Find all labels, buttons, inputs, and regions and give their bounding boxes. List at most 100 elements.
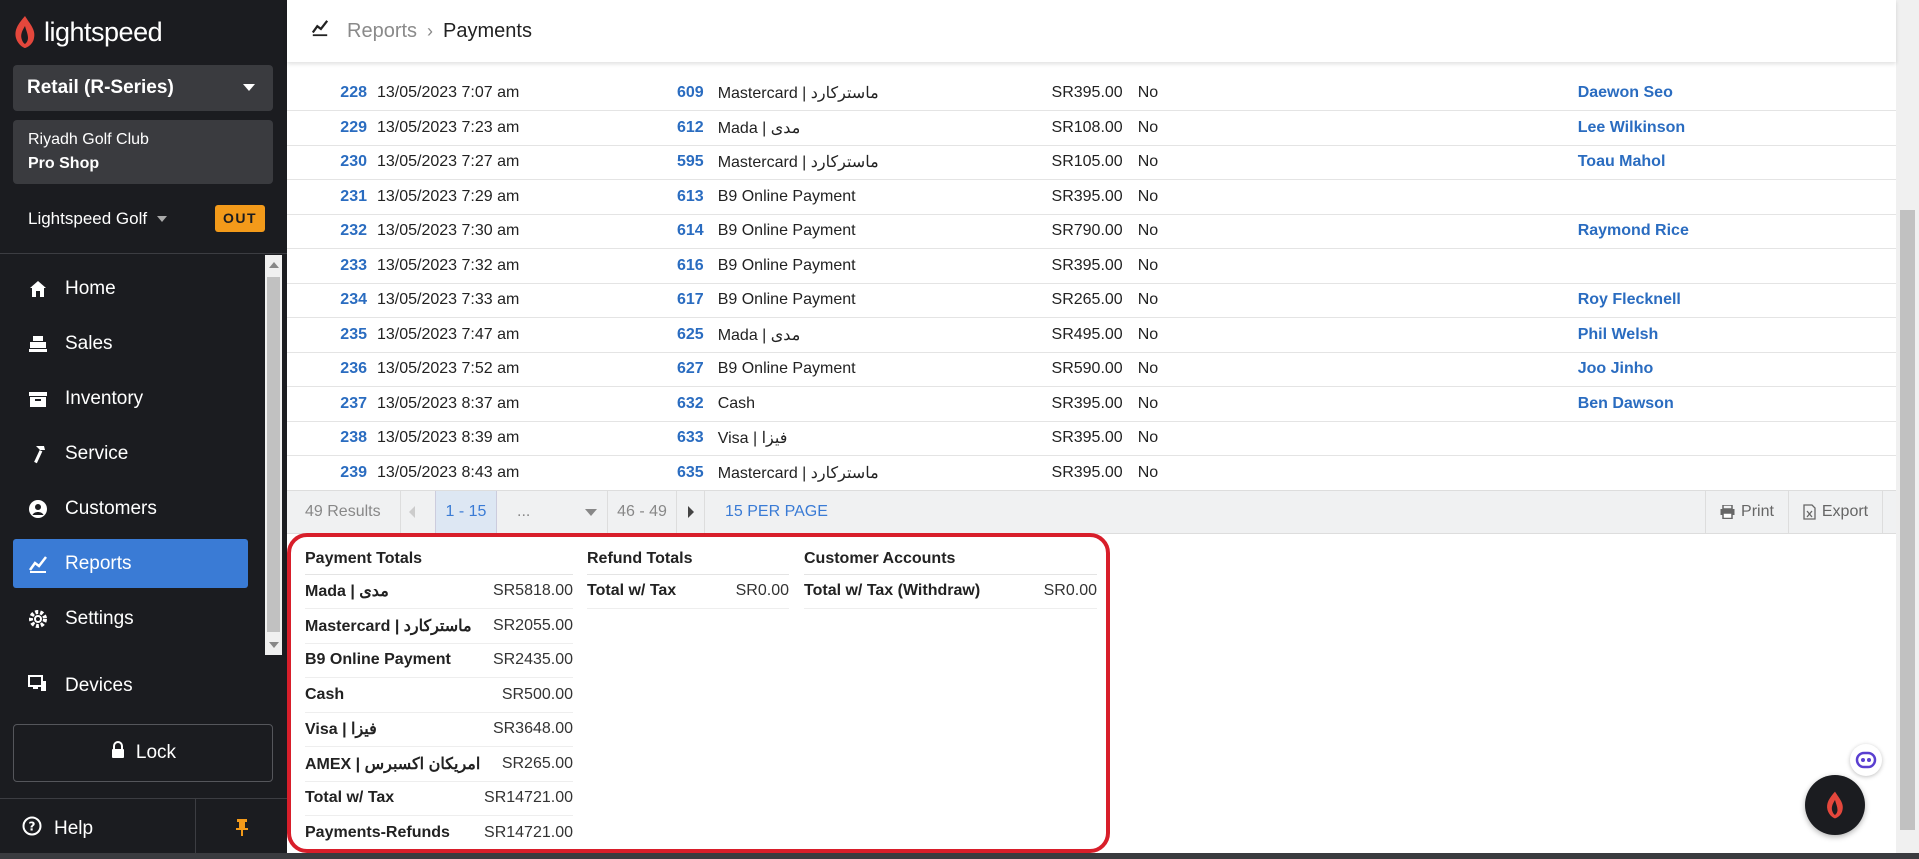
- chevron-right-icon: ›: [427, 20, 434, 41]
- sale-id-link[interactable]: 614: [677, 214, 718, 249]
- payment-id-link[interactable]: 237: [287, 386, 377, 422]
- refund-flag: No: [1137, 248, 1578, 284]
- svg-text:?: ?: [29, 820, 36, 834]
- assistant-bot-button[interactable]: [1850, 744, 1882, 776]
- customer-link[interactable]: [1577, 421, 1896, 456]
- nav-item-sales[interactable]: Sales: [13, 319, 248, 368]
- export-button[interactable]: Export: [1789, 491, 1883, 533]
- payment-id-link[interactable]: 231: [287, 179, 377, 215]
- table-row: 231 13/05/2023 7:29 am 613 B9 Online Paymen…: [287, 179, 1896, 215]
- nav-label: Sales: [65, 332, 113, 354]
- customer-link[interactable]: Joo Jinho: [1577, 352, 1896, 387]
- scroll-thumb[interactable]: [267, 277, 280, 632]
- print-button[interactable]: Print: [1705, 491, 1789, 533]
- help-button[interactable]: ? Help: [22, 816, 93, 842]
- totals-row: Payments-Refunds SR14721.00: [305, 815, 573, 851]
- customer-link[interactable]: Lee Wilkinson: [1577, 110, 1896, 146]
- product-selector[interactable]: Retail (R-Series): [13, 65, 273, 111]
- payment-amount: SR395.00: [997, 179, 1138, 215]
- breadcrumb-reports[interactable]: Reports: [347, 20, 417, 43]
- chevron-left-icon: [408, 506, 415, 518]
- chat-launcher-button[interactable]: [1805, 775, 1865, 835]
- scroll-down-icon[interactable]: [269, 642, 279, 648]
- next-page-button[interactable]: [677, 491, 705, 533]
- customer-link[interactable]: [1577, 455, 1896, 491]
- nav-item-devices[interactable]: Devices: [27, 662, 133, 710]
- totals-row: Total w/ Tax (Withdraw) SR0.00: [804, 574, 1097, 609]
- register-status-badge[interactable]: OUT: [215, 205, 265, 232]
- payment-date: 13/05/2023 7:33 am: [377, 283, 677, 318]
- page-select[interactable]: ...: [517, 491, 597, 533]
- pin-sidebar-button[interactable]: [195, 799, 287, 859]
- lock-button[interactable]: Lock: [13, 724, 273, 782]
- payment-id-link[interactable]: 236: [287, 352, 377, 387]
- refund-totals: Refund Totals Total w/ Tax SR0.00: [587, 544, 789, 609]
- lightspeed-logo[interactable]: lightspeed: [12, 14, 163, 50]
- payment-id-link[interactable]: 230: [287, 145, 377, 180]
- payment-id-link[interactable]: 235: [287, 317, 377, 353]
- sale-id-link[interactable]: 633: [677, 421, 718, 456]
- payment-id-link[interactable]: 228: [287, 76, 377, 111]
- scroll-thumb[interactable]: [1900, 210, 1915, 830]
- home-icon: [27, 278, 49, 300]
- payment-id-link[interactable]: 233: [287, 248, 377, 284]
- per-page-select[interactable]: 15 PER PAGE: [725, 491, 828, 533]
- payment-id-link[interactable]: 239: [287, 455, 377, 491]
- refund-totals-title: Refund Totals: [587, 544, 789, 575]
- sale-id-link[interactable]: 595: [677, 145, 718, 180]
- taskbar-edge: [0, 853, 1919, 859]
- sale-id-link[interactable]: 616: [677, 248, 718, 284]
- totals-label: Mastercard | ماستركارد: [305, 608, 483, 644]
- chevron-down-icon: [243, 84, 255, 91]
- refund-flag: No: [1137, 421, 1578, 456]
- help-icon: ?: [22, 816, 42, 842]
- nav-item-settings[interactable]: Settings: [13, 594, 248, 643]
- payment-id-link[interactable]: 232: [287, 214, 377, 249]
- sale-id-link[interactable]: 627: [677, 352, 718, 387]
- last-page[interactable]: 46 - 49: [607, 491, 677, 533]
- table-row: 234 13/05/2023 7:33 am 617 B9 Online Paymen…: [287, 283, 1896, 318]
- nav-item-inventory[interactable]: Inventory: [13, 374, 248, 423]
- sale-id-link[interactable]: 609: [677, 76, 718, 111]
- sale-id-link[interactable]: 612: [677, 110, 718, 146]
- sale-id-link[interactable]: 632: [677, 386, 718, 422]
- table-row: 232 13/05/2023 7:30 am 614 B9 Online Paymen…: [287, 214, 1896, 249]
- totals-value: SR500.00: [482, 677, 573, 713]
- location-selector[interactable]: Riyadh Golf Club Pro Shop: [13, 120, 273, 184]
- customer-link[interactable]: Daewon Seo: [1577, 76, 1896, 111]
- customer-link[interactable]: Toau Mahol: [1577, 145, 1896, 180]
- location-sub: Pro Shop: [28, 155, 100, 172]
- scroll-up-icon[interactable]: [269, 262, 279, 268]
- current-page[interactable]: 1 - 15: [435, 491, 497, 533]
- payments-table: 228 13/05/2023 7:07 am 609 Mastercard | ماس…: [287, 76, 1896, 491]
- customer-link[interactable]: [1577, 179, 1896, 215]
- nav-label: Home: [65, 277, 116, 299]
- nav-item-reports[interactable]: Reports: [13, 539, 248, 588]
- sale-id-link[interactable]: 625: [677, 317, 718, 353]
- customer-link[interactable]: Raymond Rice: [1577, 214, 1896, 249]
- nav-item-customers[interactable]: Customers: [13, 484, 248, 533]
- flame-icon: [15, 16, 35, 48]
- customer-link[interactable]: Roy Flecknell: [1577, 283, 1896, 318]
- totals-label: Total w/ Tax: [305, 781, 483, 816]
- totals-value: SR14721.00: [482, 815, 573, 851]
- payment-id-link[interactable]: 234: [287, 283, 377, 318]
- payment-amount: SR395.00: [997, 421, 1138, 456]
- nav-item-home[interactable]: Home: [13, 264, 248, 313]
- prev-page-button[interactable]: [400, 491, 422, 533]
- payment-id-link[interactable]: 229: [287, 110, 377, 146]
- nav-item-service[interactable]: Service: [13, 429, 248, 478]
- sidebar-scrollbar[interactable]: [265, 255, 282, 655]
- table-row: 238 13/05/2023 8:39 am 633 Visa | فيزا SR395…: [287, 421, 1896, 456]
- payment-id-link[interactable]: 238: [287, 421, 377, 456]
- chart-icon: [27, 553, 49, 575]
- customer-link[interactable]: Ben Dawson: [1577, 386, 1896, 422]
- customer-link[interactable]: [1577, 248, 1896, 284]
- pin-icon: [234, 817, 250, 842]
- sale-id-link[interactable]: 635: [677, 455, 718, 491]
- payment-date: 13/05/2023 8:43 am: [377, 455, 677, 491]
- main-scrollbar[interactable]: [1896, 0, 1919, 859]
- sale-id-link[interactable]: 613: [677, 179, 718, 215]
- sale-id-link[interactable]: 617: [677, 283, 718, 318]
- customer-link[interactable]: Phil Welsh: [1577, 317, 1896, 353]
